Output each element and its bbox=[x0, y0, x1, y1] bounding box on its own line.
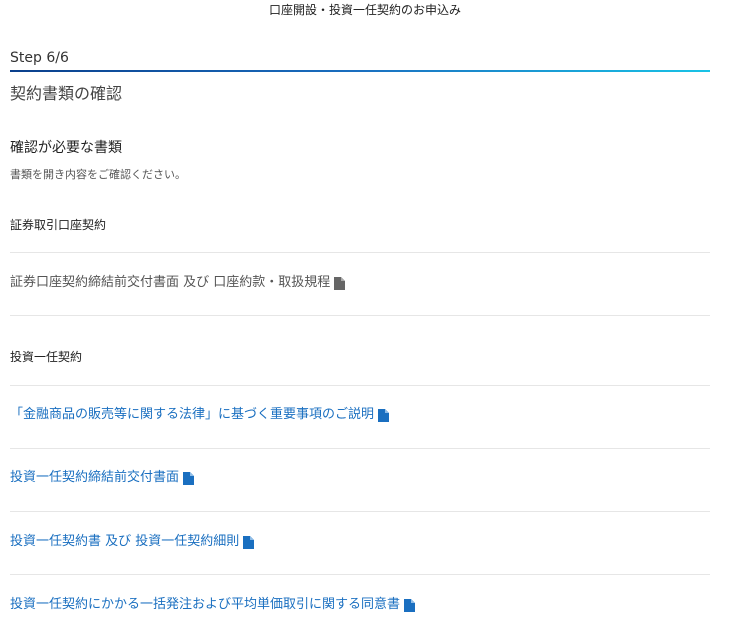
document-link-label: 証券口座契約締結前交付書面 及び 口座約款・取扱規程 bbox=[10, 275, 331, 290]
divider bbox=[10, 511, 710, 512]
step-indicator: Step 6/6 bbox=[10, 50, 69, 66]
divider bbox=[10, 574, 710, 575]
document-link-bulk-order-consent[interactable]: 投資一任契約にかかる一括発注および平均単価取引に関する同意書 bbox=[10, 596, 416, 614]
documents-instruction: 書類を開き内容をご確認ください。 bbox=[10, 168, 186, 181]
documents-heading: 確認が必要な書類 bbox=[10, 140, 122, 156]
document-link-label: 「金融商品の販売等に関する法律」に基づく重要事項のご説明 bbox=[10, 407, 375, 422]
section-title: 契約書類の確認 bbox=[10, 84, 123, 103]
group-label-discretionary-contract: 投資一任契約 bbox=[10, 350, 83, 364]
page: 口座開設・投資一任契約のお申込み Step 6/6 契約書類の確認 確認が必要な… bbox=[0, 0, 730, 629]
divider bbox=[10, 252, 710, 253]
document-link-important-matters[interactable]: 「金融商品の販売等に関する法律」に基づく重要事項のご説明 bbox=[10, 406, 390, 424]
document-link-securities-account-terms[interactable]: 証券口座契約締結前交付書面 及び 口座約款・取扱規程 bbox=[10, 274, 346, 292]
group-label-securities-account: 証券取引口座契約 bbox=[10, 218, 107, 232]
document-icon bbox=[183, 471, 195, 485]
document-link-label: 投資一任契約書 及び 投資一任契約細則 bbox=[10, 534, 240, 549]
divider bbox=[10, 315, 710, 316]
page-title: 口座開設・投資一任契約のお申込み bbox=[268, 3, 461, 17]
document-link-contract-and-rules[interactable]: 投資一任契約書 及び 投資一任契約細則 bbox=[10, 533, 255, 551]
document-icon bbox=[334, 276, 346, 290]
divider bbox=[10, 448, 710, 449]
document-link-pre-contract-document[interactable]: 投資一任契約締結前交付書面 bbox=[10, 469, 195, 487]
divider bbox=[10, 385, 710, 386]
document-icon bbox=[404, 598, 416, 612]
document-icon bbox=[378, 408, 390, 422]
document-link-label: 投資一任契約締結前交付書面 bbox=[10, 470, 180, 485]
progress-bar bbox=[10, 70, 710, 72]
document-link-label: 投資一任契約にかかる一括発注および平均単価取引に関する同意書 bbox=[10, 597, 401, 612]
document-icon bbox=[243, 535, 255, 549]
